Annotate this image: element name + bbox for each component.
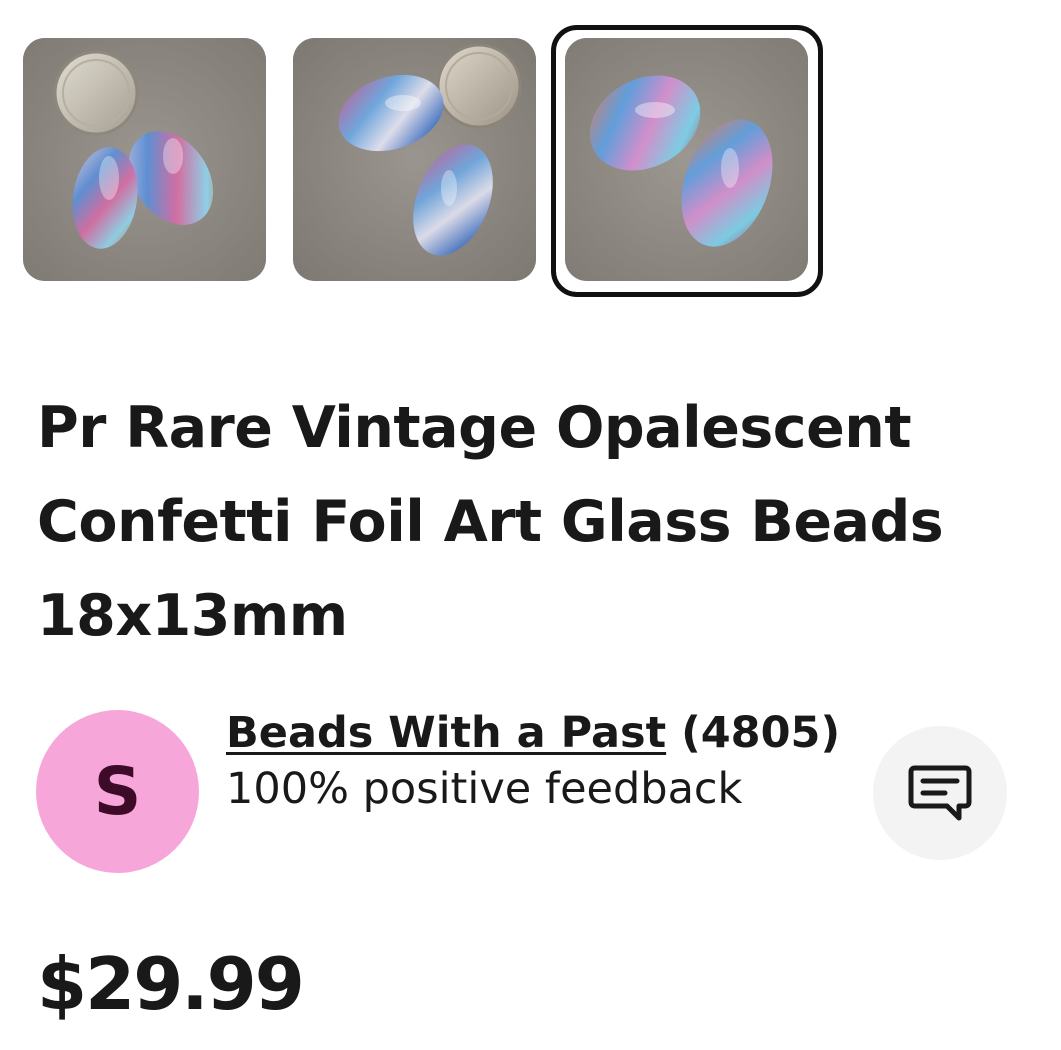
message-seller-button[interactable] [873, 726, 1007, 860]
seller-name-line: Beads With a Past (4805) [226, 705, 846, 761]
beads-with-dime-image [293, 38, 536, 281]
thumbnail-3-selected[interactable] [565, 38, 808, 281]
message-icon [908, 765, 972, 821]
seller-name-link[interactable]: Beads With a Past [226, 708, 666, 758]
beads-closeup-image [565, 38, 808, 281]
seller-feedback-text: 100% positive feedback [226, 764, 743, 814]
beads-with-dime-image [23, 38, 266, 281]
thumbnail-1[interactable] [23, 38, 266, 281]
image-gallery [0, 0, 1061, 310]
listing-title: Pr Rare Vintage Opalescent Confetti Foil… [37, 395, 944, 649]
avatar-initial: S [93, 753, 142, 830]
listing-price: $29.99 [37, 942, 305, 1026]
seller-info: Beads With a Past (4805) 100% positive f… [226, 705, 846, 817]
thumbnail-2[interactable] [293, 38, 536, 281]
seller-avatar[interactable]: S [36, 710, 199, 873]
seller-card: S Beads With a Past (4805) 100% positive… [36, 705, 1026, 895]
seller-feedback-count: (4805) [681, 708, 841, 758]
